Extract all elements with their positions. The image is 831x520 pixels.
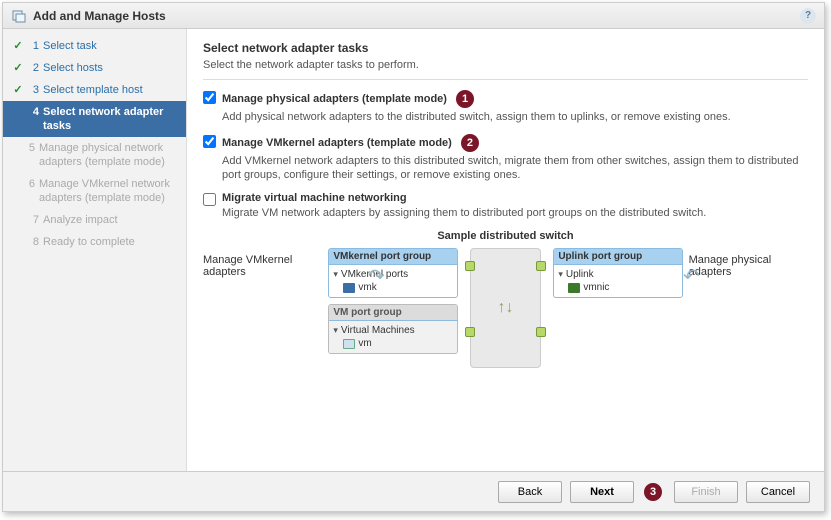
checkbox-physical[interactable] — [203, 91, 216, 104]
help-icon[interactable]: ? — [800, 8, 816, 24]
finish-button: Finish — [674, 481, 738, 503]
right-port-column: Uplink port group ▾Uplink vmnic — [553, 248, 682, 298]
check-icon: ✓ — [11, 39, 25, 53]
wizard-footer: Back Next 3 Finish Cancel — [3, 471, 824, 511]
checkbox-vmkernel[interactable] — [203, 135, 216, 148]
diagram-hint-left: Manage VMkernel adapters — [203, 248, 322, 278]
titlebar: Add and Manage Hosts ? — [3, 3, 824, 29]
triangle-down-icon: ▾ — [333, 325, 338, 336]
callout-3: 3 — [644, 483, 662, 501]
updown-icon: ↑↓ — [498, 299, 514, 317]
step-4[interactable]: 4 Select network adapter tasks — [3, 101, 186, 137]
vmkernel-port-group: VMkernel port group ▾VMkernel ports vmk — [328, 248, 457, 298]
vmk-icon — [343, 283, 355, 293]
check-icon: ✓ — [11, 83, 25, 97]
option-physical-adapters: Manage physical adapters (template mode)… — [203, 90, 808, 124]
triangle-down-icon: ▾ — [558, 269, 563, 280]
next-button[interactable]: Next — [570, 481, 634, 503]
page-title: Select network adapter tasks — [203, 41, 808, 55]
cancel-button[interactable]: Cancel — [746, 481, 810, 503]
option-label: Migrate virtual machine networking — [222, 192, 407, 204]
page-subtitle: Select the network adapter tasks to perf… — [203, 59, 808, 71]
option-label: Manage VMkernel adapters (template mode) — [222, 137, 452, 149]
step-1[interactable]: ✓ 1 Select task — [3, 35, 186, 57]
uplink-port-group: Uplink port group ▾Uplink vmnic — [553, 248, 682, 298]
option-desc: Add VMkernel network adapters to this di… — [222, 154, 808, 182]
option-desc: Add physical network adapters to the dis… — [222, 110, 808, 124]
nic-icon — [568, 283, 580, 293]
diagram-title: Sample distributed switch — [203, 230, 808, 242]
left-port-column: VMkernel port group ▾VMkernel ports vmk … — [328, 248, 457, 354]
hosts-icon — [11, 8, 27, 24]
step-2[interactable]: ✓ 2 Select hosts — [3, 57, 186, 79]
option-desc: Migrate VM network adapters by assigning… — [222, 206, 808, 220]
step-7: 7 Analyze impact — [3, 209, 186, 231]
switch-box: ↑↓ — [470, 248, 542, 368]
divider — [203, 79, 808, 80]
check-icon: ✓ — [11, 61, 25, 75]
option-vmkernel-adapters: Manage VMkernel adapters (template mode)… — [203, 134, 808, 182]
step-3[interactable]: ✓ 3 Select template host — [3, 79, 186, 101]
step-8: 8 Ready to complete — [3, 231, 186, 253]
checkbox-migrate-vm[interactable] — [203, 193, 216, 206]
dialog-title: Add and Manage Hosts — [33, 9, 166, 23]
option-label: Manage physical adapters (template mode) — [222, 93, 447, 105]
wizard-content: Select network adapter tasks Select the … — [187, 29, 824, 471]
diagram-hint-right: Manage physical adapters — [689, 248, 808, 278]
triangle-down-icon: ▾ — [333, 269, 338, 280]
vm-icon — [343, 339, 355, 349]
wizard-dialog: Add and Manage Hosts ? ✓ 1 Select task ✓… — [2, 2, 825, 512]
wizard-sidebar: ✓ 1 Select task ✓ 2 Select hosts ✓ 3 Sel… — [3, 29, 187, 471]
callout-2: 2 — [461, 134, 479, 152]
option-migrate-vm-networking: Migrate virtual machine networking Migra… — [203, 192, 808, 220]
step-6: 6 Manage VMkernel network adapters (temp… — [3, 173, 186, 209]
back-button[interactable]: Back — [498, 481, 562, 503]
vm-port-group: VM port group ▾Virtual Machines vm — [328, 304, 457, 354]
sample-switch-diagram: Sample distributed switch Manage VMkerne… — [203, 230, 808, 410]
callout-1: 1 — [456, 90, 474, 108]
step-5: 5 Manage physical network adapters (temp… — [3, 137, 186, 173]
